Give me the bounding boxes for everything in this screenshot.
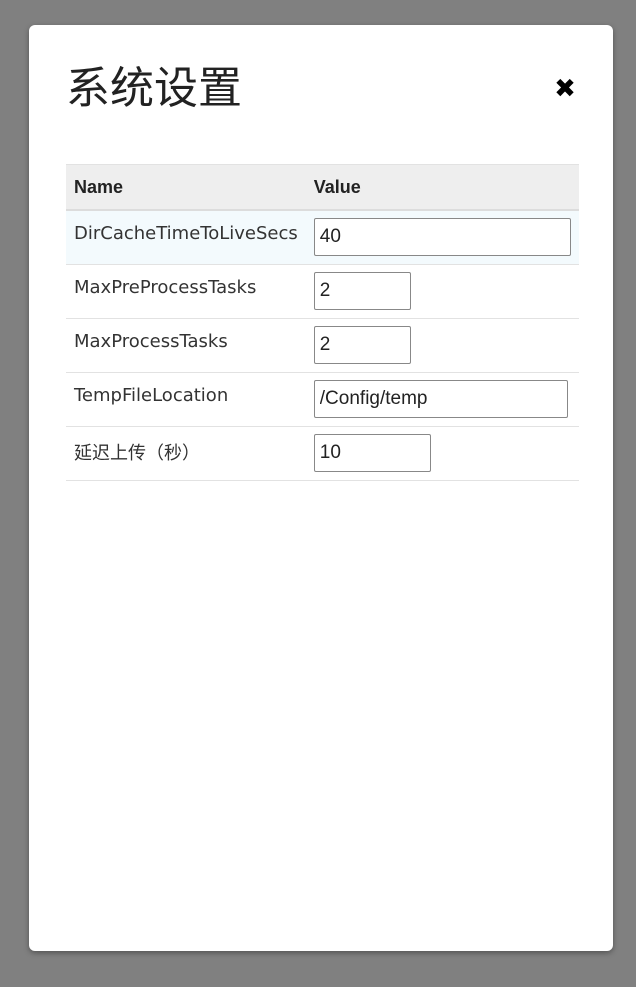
table-row: MaxPreProcessTasks [66,264,579,319]
setting-value-cell [305,426,579,481]
column-header-value: Value [305,164,579,211]
upload-delay-input[interactable] [313,434,431,472]
setting-value-cell [305,210,579,265]
max-preprocess-tasks-input[interactable] [313,272,411,310]
max-process-tasks-input[interactable] [313,326,411,364]
table-row: 延迟上传（秒） [66,426,579,481]
setting-name-cell: TempFileLocation [66,372,306,427]
column-header-name: Name [66,164,306,211]
table-row: TempFileLocation [66,372,579,427]
setting-name: TempFileLocation [74,385,229,406]
setting-name: DirCacheTimeToLiveSecs [74,223,298,244]
settings-table: Name Value DirCacheTimeToLiveSecs MaxPre… [66,164,579,481]
close-icon: ✖ [554,74,576,104]
setting-value-cell [305,318,579,373]
setting-name: MaxProcessTasks [74,331,228,352]
setting-name: 延迟上传（秒） [74,443,200,464]
setting-name-cell: 延迟上传（秒） [66,426,306,481]
setting-name: MaxPreProcessTasks [74,277,257,298]
header-row: Name Value [66,164,579,211]
table-row: MaxProcessTasks [66,318,579,373]
setting-value-cell [305,264,579,319]
table-body: DirCacheTimeToLiveSecs MaxPreProcessTask… [66,210,579,481]
setting-name-cell: MaxProcessTasks [66,318,306,373]
settings-dialog: 系统设置 ✖ Name Value DirCacheTimeToLiveSecs… [29,25,613,951]
setting-name-cell: MaxPreProcessTasks [66,264,306,319]
dialog-title: 系统设置 [66,63,242,114]
setting-value-cell [305,372,579,427]
temp-file-location-input[interactable] [313,380,568,418]
dir-cache-ttl-input[interactable] [313,218,571,256]
table-row: DirCacheTimeToLiveSecs [66,210,579,265]
close-button[interactable]: ✖ [551,74,579,104]
setting-name-cell: DirCacheTimeToLiveSecs [66,210,306,265]
table-header: Name Value [66,164,579,211]
